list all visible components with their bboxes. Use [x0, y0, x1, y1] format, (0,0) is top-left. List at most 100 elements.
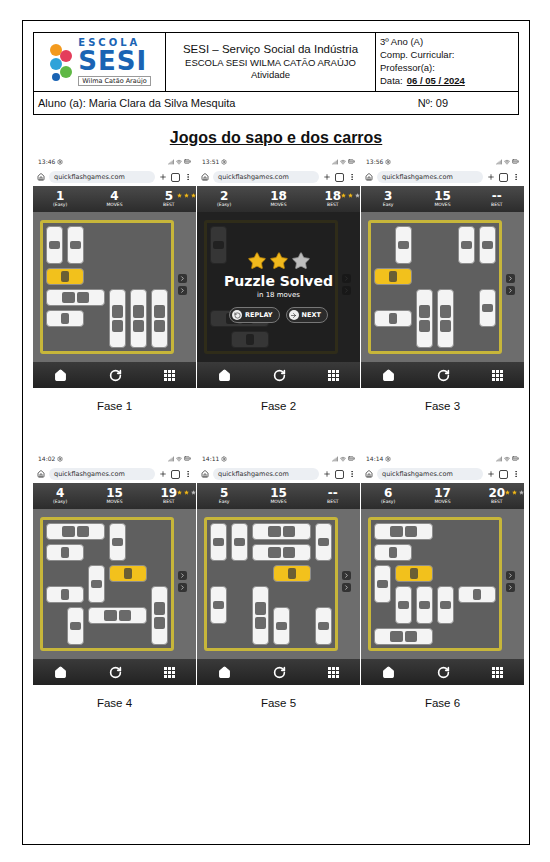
- truck[interactable]: [151, 586, 168, 645]
- home-icon[interactable]: [218, 369, 231, 382]
- truck[interactable]: [252, 586, 269, 645]
- home-icon[interactable]: [365, 470, 373, 478]
- tabs-icon[interactable]: [171, 173, 180, 182]
- menu-icon[interactable]: [348, 470, 356, 478]
- car[interactable]: [374, 268, 412, 285]
- restart-icon[interactable]: [437, 666, 450, 679]
- tabs-icon[interactable]: [171, 470, 180, 479]
- plus-icon[interactable]: [323, 470, 331, 478]
- truck[interactable]: [109, 289, 126, 348]
- restart-icon[interactable]: [437, 369, 450, 382]
- home-icon[interactable]: [382, 369, 395, 382]
- url-field[interactable]: quickflashgames.com: [377, 468, 483, 480]
- game-toolbar: [197, 659, 360, 685]
- menu-icon[interactable]: [184, 470, 192, 478]
- tabs-icon[interactable]: [335, 470, 344, 479]
- truck[interactable]: [374, 628, 433, 645]
- url-field[interactable]: quickflashgames.com: [377, 171, 483, 183]
- truck[interactable]: [46, 523, 105, 540]
- car[interactable]: [46, 226, 63, 264]
- truck[interactable]: [374, 523, 433, 540]
- plus-icon[interactable]: [487, 470, 495, 478]
- car[interactable]: [395, 226, 412, 264]
- restart-icon[interactable]: [273, 369, 286, 382]
- best-stat: --BEST: [306, 487, 360, 505]
- home-icon[interactable]: [37, 173, 45, 181]
- car[interactable]: [46, 310, 84, 327]
- plus-icon[interactable]: [159, 173, 167, 181]
- plus-icon[interactable]: [323, 173, 331, 181]
- truck[interactable]: [252, 523, 311, 540]
- car[interactable]: [273, 565, 311, 582]
- car[interactable]: [210, 586, 227, 624]
- truck[interactable]: [46, 289, 105, 306]
- menu-icon[interactable]: [512, 470, 520, 478]
- car[interactable]: [479, 226, 496, 264]
- restart-icon[interactable]: [273, 666, 286, 679]
- replay-button[interactable]: REPLAY: [229, 307, 279, 323]
- car[interactable]: [458, 226, 475, 264]
- truck[interactable]: [130, 289, 147, 348]
- truck[interactable]: [437, 289, 454, 348]
- restart-icon[interactable]: [109, 666, 122, 679]
- home-icon[interactable]: [54, 369, 67, 382]
- car[interactable]: [416, 586, 433, 624]
- levels-icon[interactable]: [492, 667, 503, 678]
- menu-icon[interactable]: [512, 173, 520, 181]
- home-icon[interactable]: [37, 470, 45, 478]
- url-field[interactable]: quickflashgames.com: [49, 171, 155, 183]
- url-field[interactable]: quickflashgames.com: [49, 468, 155, 480]
- car[interactable]: [273, 607, 290, 645]
- car[interactable]: [315, 523, 332, 561]
- truck[interactable]: [151, 289, 168, 348]
- levels-icon[interactable]: [328, 667, 339, 678]
- home-icon[interactable]: [54, 666, 67, 679]
- url-field[interactable]: quickflashgames.com: [213, 171, 319, 183]
- car[interactable]: [46, 544, 84, 561]
- tabs-icon[interactable]: [499, 173, 508, 182]
- url-field[interactable]: quickflashgames.com: [213, 468, 319, 480]
- restart-icon[interactable]: [109, 369, 122, 382]
- phase-figure: 13:51quickflashgames.com2(Easy)18MOVES18…: [197, 155, 360, 412]
- home-icon[interactable]: [201, 470, 209, 478]
- levels-icon[interactable]: [164, 667, 175, 678]
- home-icon[interactable]: [365, 173, 373, 181]
- car[interactable]: [374, 565, 391, 603]
- car[interactable]: [109, 523, 126, 561]
- home-icon[interactable]: [201, 173, 209, 181]
- car[interactable]: [88, 565, 105, 603]
- car[interactable]: [67, 226, 84, 264]
- car[interactable]: [46, 268, 84, 285]
- truck[interactable]: [252, 544, 311, 561]
- car[interactable]: [67, 607, 84, 645]
- next-button[interactable]: NEXT: [286, 307, 328, 323]
- car[interactable]: [395, 565, 433, 582]
- star-icon: [505, 490, 510, 495]
- game-bar: 5Easy15MOVES--BEST: [197, 483, 360, 509]
- truck[interactable]: [88, 607, 147, 624]
- home-icon[interactable]: [218, 666, 231, 679]
- car[interactable]: [458, 586, 496, 603]
- car[interactable]: [374, 544, 412, 561]
- plus-icon[interactable]: [159, 470, 167, 478]
- tabs-icon[interactable]: [335, 173, 344, 182]
- car[interactable]: [479, 289, 496, 327]
- car[interactable]: [109, 565, 147, 582]
- menu-icon[interactable]: [184, 173, 192, 181]
- truck[interactable]: [416, 289, 433, 348]
- levels-icon[interactable]: [492, 370, 503, 381]
- car[interactable]: [395, 586, 412, 624]
- home-icon[interactable]: [382, 666, 395, 679]
- stars: [177, 490, 196, 495]
- car[interactable]: [210, 523, 227, 561]
- tabs-icon[interactable]: [499, 470, 508, 479]
- car[interactable]: [315, 607, 332, 645]
- car[interactable]: [46, 586, 84, 603]
- menu-icon[interactable]: [348, 173, 356, 181]
- levels-icon[interactable]: [328, 370, 339, 381]
- plus-icon[interactable]: [487, 173, 495, 181]
- car[interactable]: [231, 523, 248, 561]
- car[interactable]: [374, 310, 412, 327]
- car[interactable]: [437, 586, 454, 624]
- levels-icon[interactable]: [164, 370, 175, 381]
